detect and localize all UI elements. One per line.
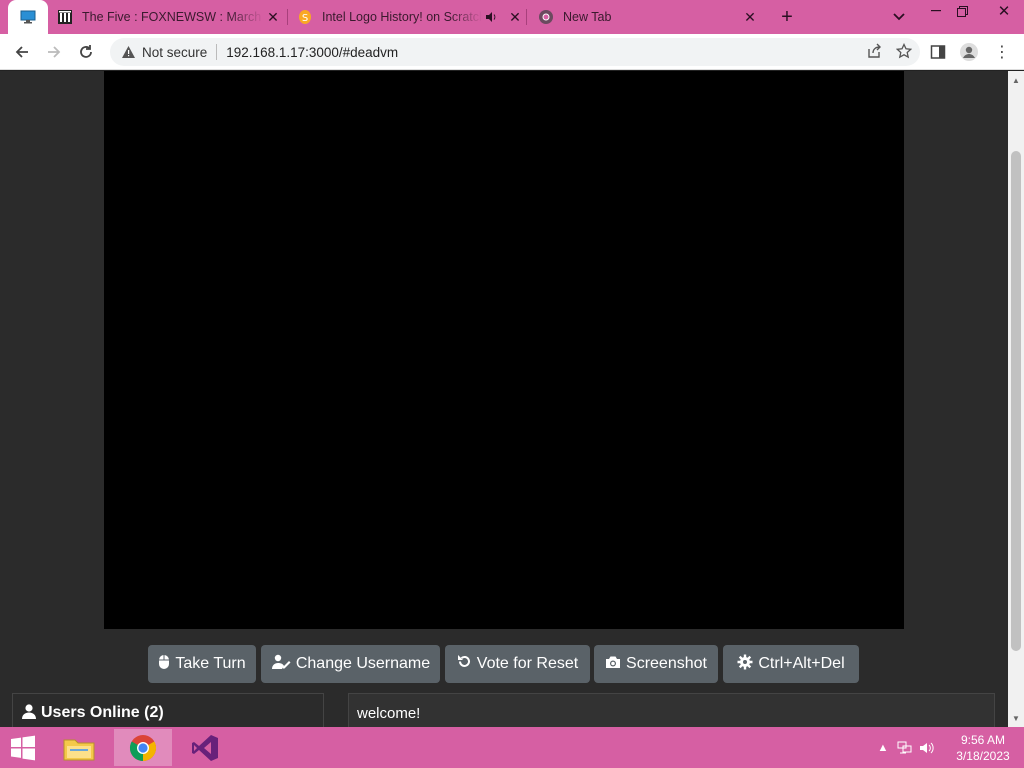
scroll-up-arrow-icon[interactable]: ▲	[1008, 73, 1024, 87]
take-turn-label: Take Turn	[175, 655, 246, 672]
close-tab-icon[interactable]: ✕	[741, 8, 759, 26]
gear-icon	[737, 654, 753, 675]
tab-new-tab[interactable]: New Tab ✕	[537, 0, 759, 34]
windows-taskbar: ▲ 9:56 AM 3/18/2023	[0, 727, 1024, 768]
user-pen-icon	[271, 654, 291, 675]
tab-title: Intel Logo History! on Scratch	[322, 10, 482, 24]
profile-avatar-icon[interactable]	[957, 40, 981, 64]
tab-search-chevron-icon[interactable]	[888, 6, 910, 28]
system-tray: ▲ 9:56 AM 3/18/2023	[872, 727, 1024, 768]
scroll-down-arrow-icon[interactable]: ▼	[1008, 711, 1024, 725]
users-online-label: Users Online (2)	[41, 704, 164, 721]
file-explorer-icon[interactable]	[50, 729, 108, 766]
tab-scratch[interactable]: S Intel Logo History! on Scratch ✕	[296, 0, 524, 34]
user-icon	[21, 703, 37, 724]
tab-title: The Five : FOXNEWSW : March 18	[82, 10, 264, 24]
vm-display[interactable]	[104, 71, 904, 629]
tab-separator	[287, 9, 288, 25]
close-tab-icon[interactable]: ✕	[506, 8, 524, 26]
archive-icon	[56, 8, 74, 26]
page-scrollbar[interactable]: ▲ ▼	[1008, 71, 1024, 727]
volume-icon[interactable]	[916, 737, 938, 759]
url-text[interactable]: 192.168.1.17:3000/#deadvm	[226, 45, 398, 60]
camera-icon	[605, 655, 621, 674]
divider	[216, 44, 218, 60]
vote-reset-label: Vote for Reset	[476, 655, 579, 672]
address-bar[interactable]: Not secure 192.168.1.17:3000/#deadvm	[110, 38, 920, 66]
scrollbar-thumb[interactable]	[1011, 151, 1021, 651]
clock-date: 3/18/2023	[956, 748, 1010, 763]
screenshot-button[interactable]: Screenshot	[594, 645, 718, 683]
speaker-icon[interactable]	[482, 8, 500, 26]
monitor-icon	[19, 8, 37, 26]
reload-icon[interactable]	[74, 40, 98, 64]
network-icon[interactable]	[894, 737, 916, 759]
chrome-icon	[537, 8, 555, 26]
visual-studio-icon[interactable]	[176, 729, 234, 766]
new-tab-plus-icon[interactable]: +	[776, 6, 798, 28]
side-panel-icon[interactable]	[926, 40, 950, 64]
ctrl-alt-del-label: Ctrl+Alt+Del	[758, 655, 845, 672]
back-icon[interactable]	[10, 40, 34, 64]
tab-separator	[526, 9, 527, 25]
close-window-icon[interactable]: ✕	[988, 0, 1020, 22]
menu-kebab-icon[interactable]: ⋮	[990, 40, 1014, 64]
tab-title: New Tab	[563, 10, 612, 24]
ctrl-alt-del-button[interactable]: Ctrl+Alt+Del	[723, 645, 859, 683]
restore-icon[interactable]	[946, 0, 978, 22]
chrome-taskbar-icon[interactable]	[114, 729, 172, 766]
screenshot-label: Screenshot	[626, 655, 707, 672]
show-hidden-icons-chevron-icon[interactable]: ▲	[872, 737, 894, 759]
start-windows-icon[interactable]	[0, 729, 46, 766]
change-username-label: Change Username	[295, 655, 431, 672]
mouse-icon	[158, 654, 170, 675]
vm-button-bar: Take Turn Change Username Vote for Reset…	[0, 645, 1008, 683]
change-username-button[interactable]: Change Username	[261, 645, 440, 683]
svg-text:S: S	[302, 13, 308, 24]
users-online-panel: Users Online (2)	[12, 693, 324, 727]
browser-toolbar: Not secure 192.168.1.17:3000/#deadvm ⋮	[0, 34, 1024, 70]
tab-foxnews[interactable]: The Five : FOXNEWSW : March 18 ✕	[56, 0, 282, 34]
share-icon[interactable]	[866, 43, 882, 62]
scratch-icon: S	[296, 8, 314, 26]
system-clock[interactable]: 9:56 AM 3/18/2023	[948, 732, 1018, 764]
warning-icon[interactable]	[120, 44, 136, 60]
bookmark-star-icon[interactable]	[895, 42, 913, 62]
security-label[interactable]: Not secure	[142, 45, 207, 60]
vote-reset-button[interactable]: Vote for Reset	[445, 645, 590, 683]
forward-icon[interactable]	[42, 40, 66, 64]
close-tab-icon[interactable]: ✕	[264, 8, 282, 26]
rotate-left-icon	[457, 654, 472, 674]
take-turn-button[interactable]: Take Turn	[148, 645, 256, 683]
chat-panel: welcome!	[348, 693, 995, 727]
tab-strip: The Five : FOXNEWSW : March 18 ✕ S Intel…	[0, 0, 1024, 34]
page-content: Take Turn Change Username Vote for Reset…	[0, 71, 1008, 727]
tab-active[interactable]	[8, 0, 48, 34]
clock-time: 9:56 AM	[960, 732, 1006, 747]
chat-message: welcome!	[357, 704, 421, 722]
